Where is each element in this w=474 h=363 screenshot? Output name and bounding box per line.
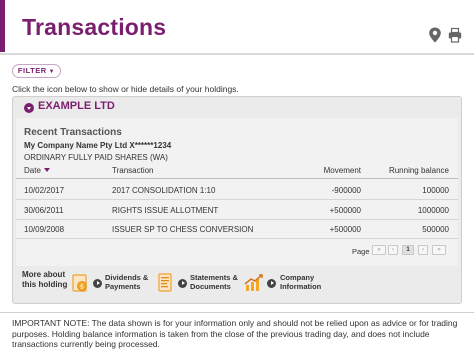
row-movement: +500000 [329, 225, 361, 234]
column-header-movement: Movement [323, 166, 361, 175]
company-information-link[interactable]: Company Information [280, 273, 321, 291]
row-movement: -900000 [331, 186, 361, 195]
collapse-toggle-icon[interactable] [24, 103, 34, 113]
statements-documents-link[interactable]: Statements & Documents [190, 273, 238, 291]
row-transaction: 2017 CONSOLIDATION 1:10 [112, 186, 216, 195]
play-arrow-icon[interactable] [267, 279, 276, 288]
security-class-line: ORDINARY FULLY PAID SHARES (WA) [24, 153, 168, 162]
important-note: IMPORTANT NOTE: The data shown is for yo… [12, 318, 458, 349]
current-page-button[interactable]: 1 [402, 245, 414, 255]
sort-desc-icon [43, 168, 50, 172]
play-arrow-icon[interactable] [178, 279, 187, 288]
filter-label: FILTER [17, 66, 47, 75]
row-divider [16, 238, 458, 239]
row-date: 10/09/2008 [24, 225, 65, 234]
page-title: Transactions [22, 14, 167, 40]
filter-caret-icon: ▼ [48, 69, 56, 75]
row-balance: 500000 [422, 225, 449, 234]
last-page-button[interactable]: » [432, 245, 446, 255]
title-accent-bar [0, 0, 5, 52]
play-arrow-icon[interactable] [93, 279, 102, 288]
column-header-date[interactable]: Date [24, 166, 50, 175]
row-movement: +500000 [329, 206, 361, 215]
column-header-transaction: Transaction [112, 166, 154, 175]
pager-label: Page [352, 247, 370, 256]
header-divider [0, 53, 474, 55]
first-page-button[interactable]: « [372, 245, 386, 255]
table-header-divider [16, 178, 458, 179]
location-pin-icon[interactable] [428, 27, 442, 43]
svg-text:$: $ [80, 283, 84, 291]
prev-page-button[interactable]: ‹ [388, 245, 398, 255]
statements-icon[interactable] [157, 273, 175, 293]
row-balance: 100000 [422, 186, 449, 195]
filter-button[interactable]: FILTER ▼ [12, 64, 61, 78]
column-header-running-balance: Running balance [388, 166, 449, 175]
more-about-label: More about this holding [22, 270, 68, 289]
printer-icon[interactable] [448, 27, 462, 43]
next-page-button[interactable]: › [418, 245, 428, 255]
row-balance: 1000000 [417, 206, 449, 215]
row-date: 10/02/2017 [24, 186, 65, 195]
holding-name[interactable]: EXAMPLE LTD [38, 100, 115, 112]
dividends-payments-link[interactable]: Dividends & Payments [105, 273, 148, 291]
holdings-hint-text: Click the icon below to show or hide det… [12, 84, 239, 94]
row-transaction: ISSUER SP TO CHESS CONVERSION [112, 225, 254, 234]
row-transaction: RIGHTS ISSUE ALLOTMENT [112, 206, 219, 215]
section-title: Recent Transactions [24, 127, 122, 138]
company-chart-icon[interactable] [244, 273, 264, 293]
dividends-icon[interactable]: $ [72, 273, 90, 293]
footer-divider [0, 312, 474, 313]
company-account-line: My Company Name Pty Ltd X******1234 [24, 141, 172, 150]
row-date: 30/06/2011 [24, 206, 64, 215]
